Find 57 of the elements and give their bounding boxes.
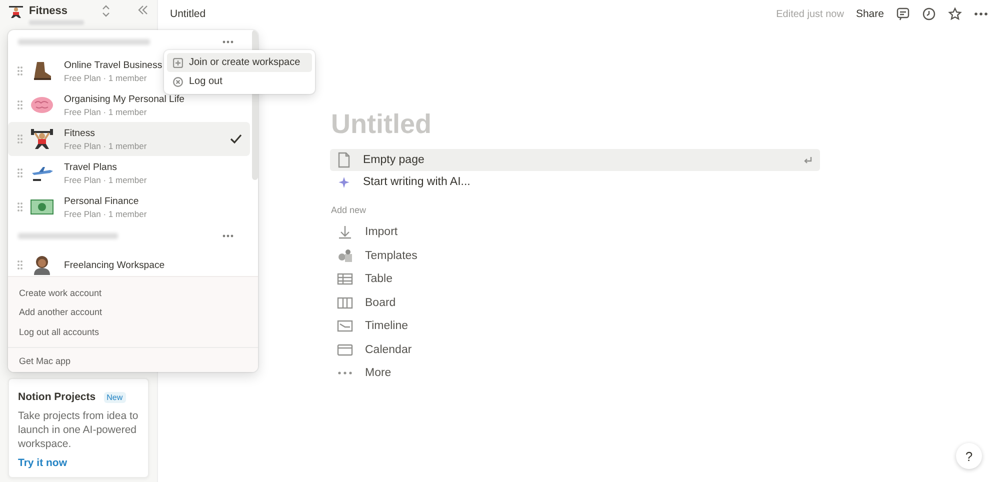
clock-icon[interactable] xyxy=(922,7,936,21)
collapse-sidebar-icon[interactable] xyxy=(137,4,149,16)
menu-item[interactable]: Join or create workspace xyxy=(167,53,312,72)
share-button[interactable]: Share xyxy=(856,8,884,20)
updown-chevron-icon[interactable] xyxy=(101,4,111,18)
add-option[interactable]: Table xyxy=(330,268,820,290)
add-option[interactable]: Templates xyxy=(330,244,820,266)
more-icon[interactable] xyxy=(222,40,234,44)
workspace-name[interactable]: Fitness xyxy=(29,5,84,17)
workspace-item[interactable]: Fitness Free Plan · 1 member xyxy=(8,122,250,156)
action-item[interactable]: Start writing with AI... xyxy=(330,171,820,193)
page-icon xyxy=(337,152,351,168)
return-key-icon xyxy=(803,155,813,165)
account-action[interactable]: Create work account xyxy=(8,283,258,302)
star-icon[interactable] xyxy=(948,7,962,21)
drag-handle-icon[interactable] xyxy=(17,100,23,110)
more-icon[interactable] xyxy=(222,234,234,238)
drag-handle-icon[interactable] xyxy=(17,168,23,178)
calendar-icon xyxy=(337,342,353,356)
add-option[interactable]: Board xyxy=(330,292,820,314)
edit-status: Edited just now xyxy=(776,8,844,20)
drag-handle-icon[interactable] xyxy=(17,260,23,270)
promo-text: Take projects from idea to launch in one AI-powered workspace. xyxy=(18,409,139,451)
close-circle-icon xyxy=(173,76,183,86)
section-heading: Add new xyxy=(331,205,368,215)
workspace-item[interactable]: Organising My Personal Life Free Plan · 1 member xyxy=(8,88,250,122)
account-action[interactable]: Add another account xyxy=(8,302,258,322)
drag-handle-icon[interactable] xyxy=(17,66,23,76)
add-option[interactable]: More xyxy=(330,362,820,384)
checkmark-icon xyxy=(230,134,242,144)
account-action[interactable]: Log out all accounts xyxy=(8,322,258,342)
plus-square-icon xyxy=(173,58,183,68)
workspace-item[interactable]: Freelancing Workspace xyxy=(8,248,250,276)
download-icon xyxy=(337,225,353,239)
app-download-link[interactable]: Get Mac app xyxy=(8,352,258,371)
promo-title: Notion Projects xyxy=(18,391,96,403)
board-icon xyxy=(337,296,353,310)
try-link[interactable]: Try it now xyxy=(18,457,139,469)
weightlifter-icon xyxy=(30,127,54,151)
workspace-item[interactable]: Travel Plans Free Plan · 1 member xyxy=(8,156,250,190)
new-badge: New xyxy=(104,392,126,402)
table-icon xyxy=(337,272,353,286)
action-item[interactable]: Empty page xyxy=(330,149,820,171)
drag-handle-icon[interactable] xyxy=(17,134,23,144)
add-option[interactable]: Timeline xyxy=(330,315,820,337)
drag-handle-icon[interactable] xyxy=(17,202,23,212)
menu-item[interactable]: Log out xyxy=(167,72,312,91)
comment-icon[interactable] xyxy=(896,7,910,21)
workspace-item[interactable]: Personal Finance Free Plan · 1 member xyxy=(8,190,250,224)
help-button[interactable]: ? xyxy=(956,443,982,469)
shapes-icon xyxy=(337,248,353,262)
page-title[interactable]: Untitled xyxy=(170,8,206,20)
timeline-icon xyxy=(337,319,353,333)
redacted-text xyxy=(29,20,84,25)
weightlifter-icon xyxy=(9,4,23,18)
add-option[interactable]: Calendar xyxy=(330,338,820,360)
add-option[interactable]: Import xyxy=(330,221,820,243)
